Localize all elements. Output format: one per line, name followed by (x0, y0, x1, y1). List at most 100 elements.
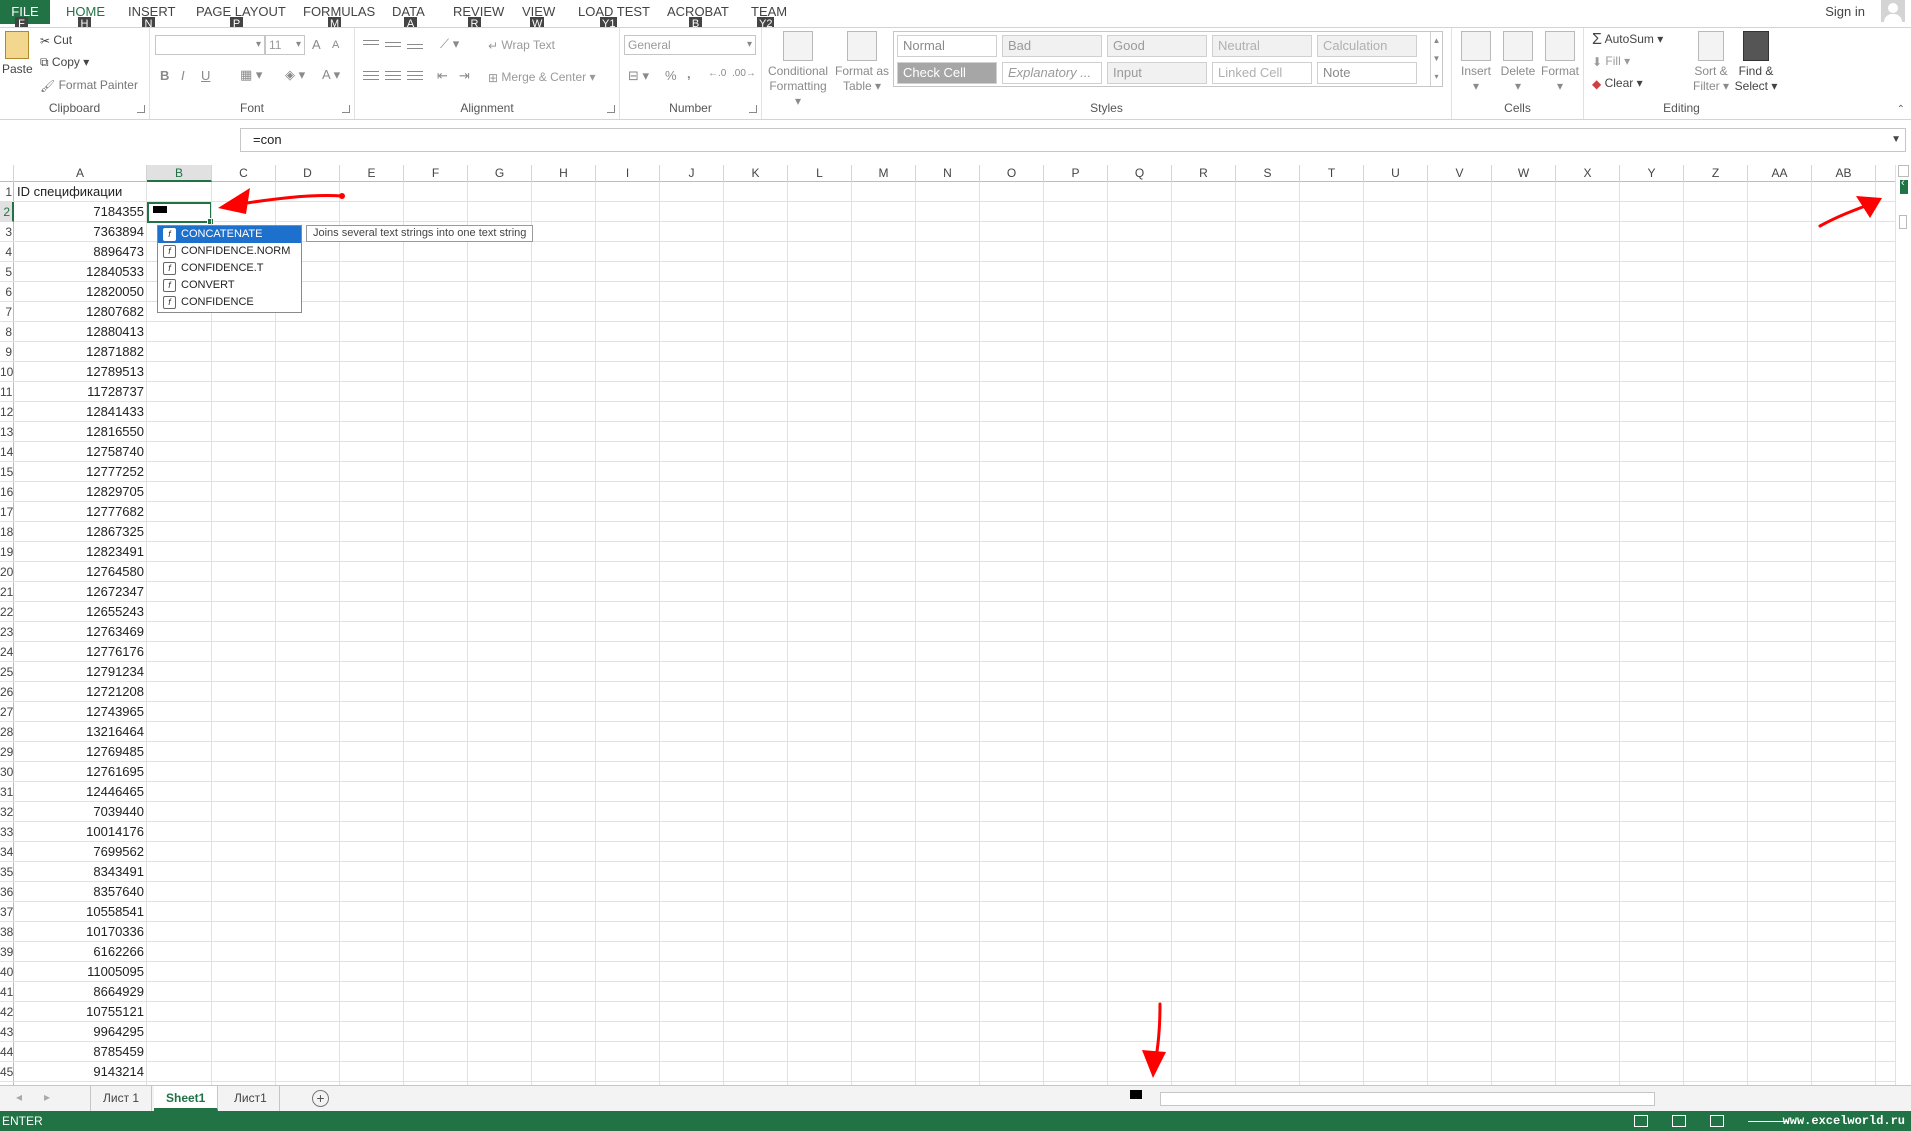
row-header-12[interactable]: 12 (0, 402, 14, 422)
shrink-font-button[interactable]: A (332, 39, 339, 51)
autocomplete-item[interactable]: f CONFIDENCE (158, 294, 301, 311)
table-row-cell[interactable]: 6162266 (14, 942, 147, 962)
table-row-cell[interactable]: 12446465 (14, 782, 147, 802)
table-row-cell[interactable]: 12655243 (14, 602, 147, 622)
table-row-cell[interactable]: 12789513 (14, 362, 147, 382)
column-header-k[interactable]: K (724, 165, 788, 182)
gallery-more-icon[interactable]: ▾ (1431, 68, 1442, 86)
sheet-tab-list-1[interactable]: Лист 1 (90, 1086, 153, 1111)
table-row-cell[interactable]: 13216464 (14, 722, 147, 742)
row-header-37[interactable]: 37 (0, 902, 14, 922)
table-row-cell[interactable]: 11728737 (14, 382, 147, 402)
active-cell-b2[interactable] (147, 202, 214, 225)
table-row-cell[interactable]: 7363894 (14, 222, 147, 242)
scroll-split-box[interactable] (1899, 215, 1907, 229)
column-header-p[interactable]: P (1044, 165, 1108, 182)
orientation-icon[interactable]: ⟋ ▾ (440, 36, 459, 52)
row-header-16[interactable]: 16 (0, 482, 14, 502)
decrease-decimal-icon[interactable]: .00→ (732, 68, 756, 79)
row-header-38[interactable]: 38 (0, 922, 14, 942)
sort-filter-button[interactable]: Sort & Filter ▾ (1689, 31, 1733, 94)
row-header-4[interactable]: 4 (0, 242, 14, 262)
table-row-cell[interactable]: 7699562 (14, 842, 147, 862)
table-row-cell[interactable]: 7039440 (14, 802, 147, 822)
paste-button[interactable]: Paste (2, 31, 33, 77)
column-header-c[interactable]: C (212, 165, 276, 182)
accounting-format-icon[interactable]: ⊟ ▾ (628, 68, 649, 84)
table-row-cell[interactable]: 12820050 (14, 282, 147, 302)
sheet-tab-list1[interactable]: Лист1 (222, 1086, 280, 1111)
table-row-cell[interactable]: 12763469 (14, 622, 147, 642)
style-calculation[interactable]: Calculation (1317, 35, 1417, 57)
row-header-9[interactable]: 9 (0, 342, 14, 362)
style-linked-cell[interactable]: Linked Cell (1212, 62, 1312, 84)
row-header-3[interactable]: 3 (0, 222, 14, 242)
vertical-scrollbar[interactable] (1895, 165, 1911, 1085)
style-note[interactable]: Note (1317, 62, 1417, 84)
style-check-cell[interactable]: Check Cell (897, 62, 997, 84)
row-header-33[interactable]: 33 (0, 822, 14, 842)
scroll-top-box[interactable] (1898, 165, 1909, 177)
style-neutral[interactable]: Neutral (1212, 35, 1312, 57)
table-row-cell[interactable]: 8357640 (14, 882, 147, 902)
table-row-cell[interactable]: 8896473 (14, 242, 147, 262)
number-launcher-icon[interactable] (749, 105, 757, 113)
row-header-6[interactable]: 6 (0, 282, 14, 302)
style-input[interactable]: Input (1107, 62, 1207, 84)
wrap-text-button[interactable]: ↵ Wrap Text (488, 38, 555, 53)
style-normal[interactable]: Normal (897, 35, 997, 57)
row-header-32[interactable]: 32 (0, 802, 14, 822)
align-bottom-icon[interactable] (407, 44, 423, 56)
collapse-ribbon-icon[interactable]: ⌃ (1897, 104, 1905, 115)
autocomplete-item[interactable]: f CONFIDENCE.NORM (158, 243, 301, 260)
delete-cells-button[interactable]: Delete ▾ (1498, 31, 1538, 94)
row-header-25[interactable]: 25 (0, 662, 14, 682)
style-good[interactable]: Good (1107, 35, 1207, 57)
percent-button[interactable]: % (665, 68, 677, 83)
column-header-m[interactable]: M (852, 165, 916, 182)
row-header-22[interactable]: 22 (0, 602, 14, 622)
table-row-cell[interactable]: 12871882 (14, 342, 147, 362)
format-painter-button[interactable]: 🖌 Format Painter (40, 78, 138, 93)
row-header-45[interactable]: 45 (0, 1062, 14, 1082)
number-format-combo[interactable]: General (624, 35, 756, 55)
grow-font-button[interactable]: A (312, 37, 321, 52)
cell-area[interactable]: ID спецификации 7184355 7363894 8896473 1284… (14, 182, 1895, 1085)
column-header-ab[interactable]: AB (1812, 165, 1876, 182)
column-header-f[interactable]: F (404, 165, 468, 182)
column-header-y[interactable]: Y (1620, 165, 1684, 182)
row-header-40[interactable]: 40 (0, 962, 14, 982)
row-header-10[interactable]: 10 (0, 362, 14, 382)
increase-decimal-icon[interactable]: ←.0 (708, 68, 726, 79)
column-header-w[interactable]: W (1492, 165, 1556, 182)
row-header-17[interactable]: 17 (0, 502, 14, 522)
align-center-icon[interactable] (385, 71, 401, 83)
italic-button[interactable]: I (181, 68, 185, 83)
column-header-o[interactable]: O (980, 165, 1044, 182)
row-header-29[interactable]: 29 (0, 742, 14, 762)
clipboard-launcher-icon[interactable] (137, 105, 145, 113)
gallery-scrollbar[interactable]: ▲ ▼ ▾ (1430, 32, 1442, 86)
table-row-cell[interactable]: 12743965 (14, 702, 147, 722)
column-header-r[interactable]: R (1172, 165, 1236, 182)
autocomplete-item[interactable]: f CONVERT (158, 277, 301, 294)
table-row-cell[interactable]: 12672347 (14, 582, 147, 602)
borders-icon[interactable]: ▦ ▾ (240, 67, 262, 83)
row-header-44[interactable]: 44 (0, 1042, 14, 1062)
row-header-8[interactable]: 8 (0, 322, 14, 342)
table-row-cell[interactable]: 12807682 (14, 302, 147, 322)
page-layout-view-icon[interactable] (1672, 1115, 1686, 1127)
row-header-11[interactable]: 11 (0, 382, 14, 402)
row-header-21[interactable]: 21 (0, 582, 14, 602)
table-row-cell[interactable]: 9964295 (14, 1022, 147, 1042)
user-avatar-icon[interactable] (1881, 0, 1905, 22)
table-row-cell[interactable]: 9143214 (14, 1062, 147, 1082)
format-cells-button[interactable]: Format ▾ (1540, 31, 1580, 94)
page-break-view-icon[interactable] (1710, 1115, 1724, 1127)
bold-button[interactable]: B (160, 68, 169, 83)
row-header-28[interactable]: 28 (0, 722, 14, 742)
table-row-cell[interactable]: 12777252 (14, 462, 147, 482)
row-header-18[interactable]: 18 (0, 522, 14, 542)
table-row-cell[interactable]: 12816550 (14, 422, 147, 442)
align-middle-icon[interactable] (385, 42, 401, 54)
